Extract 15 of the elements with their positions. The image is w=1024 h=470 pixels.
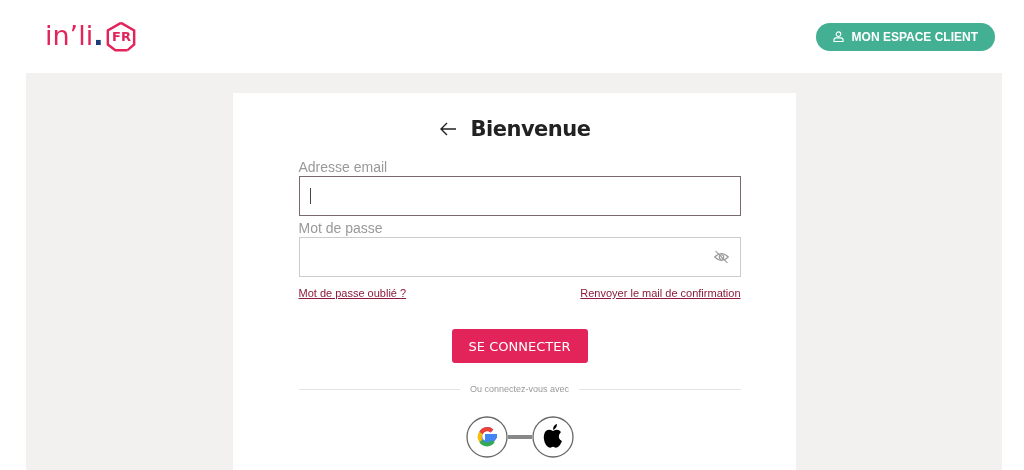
page-title: Bienvenue <box>470 117 591 141</box>
hidden-eye-icon[interactable] <box>712 250 730 264</box>
field-label: Adresse email <box>298 158 389 176</box>
password-field[interactable] <box>298 237 741 277</box>
back-arrow-icon[interactable] <box>438 122 457 136</box>
apple-sign-in-icon[interactable] <box>531 416 574 458</box>
text-link[interactable]: Renvoyer le mail de confirmation <box>580 287 741 299</box>
logo[interactable]: in’li. FR <box>45 19 138 54</box>
text-link[interactable]: Mot de passe oublié ? <box>298 287 407 299</box>
email-field[interactable] <box>298 176 741 216</box>
field-label: Mot de passe <box>298 219 384 237</box>
user-icon <box>832 31 844 42</box>
login-button[interactable]: SE CONNECTER <box>451 329 588 363</box>
google-sign-in-icon[interactable] <box>465 416 508 458</box>
divider-text: Ou connectez-vous avec <box>469 384 570 394</box>
